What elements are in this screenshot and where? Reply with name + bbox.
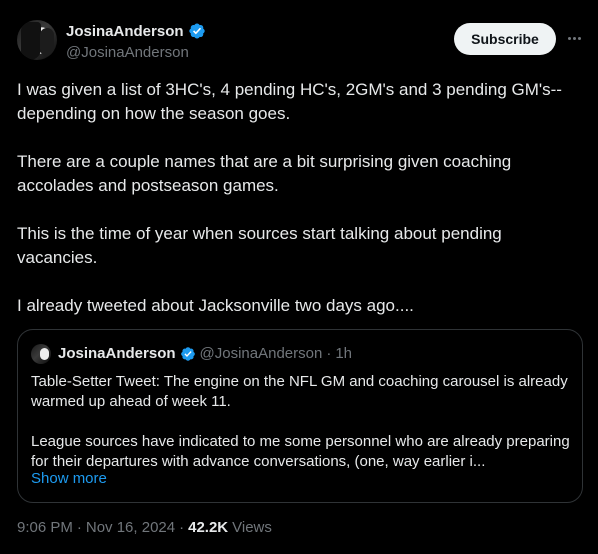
quoted-paragraph: League sources have indicated to me some… [31,433,570,470]
tweet: JosinaAnderson @JosinaAnderson Subscribe… [0,0,598,554]
separator-dot: · [179,519,185,536]
verified-badge-icon [188,23,205,39]
author-name-row: JosinaAnderson [66,22,206,40]
tweet-paragraph: I was given a list of 3HC's, 4 pending H… [17,80,562,123]
quoted-author-row: JosinaAnderson @JosinaAnderson · 1h [58,345,352,362]
verified-badge-icon [180,346,195,361]
tweet-paragraph: I already tweeted about Jacksonville two… [17,296,414,315]
quoted-paragraph: Table-Setter Tweet: The engine on the NF… [31,373,568,410]
tweet-paragraph: There are a couple names that are a bit … [17,152,512,195]
views-count: 42.2K [188,519,229,536]
quoted-tweet-text: Table-Setter Tweet: The engine on the NF… [31,372,571,472]
quoted-author-avatar [31,344,51,364]
subscribe-button[interactable]: Subscribe [454,23,556,55]
separator-dot: · [326,345,332,362]
tweet-text: I was given a list of 3HC's, 4 pending H… [17,78,583,318]
author-display-name[interactable]: JosinaAnderson [66,23,184,40]
author-avatar[interactable] [17,20,57,60]
tweet-paragraph: This is the time of year when sources st… [17,224,502,267]
quoted-tweet-time: 1h [335,345,353,362]
more-options-icon[interactable] [566,30,582,46]
show-more-link[interactable]: Show more [31,470,107,487]
quoted-tweet[interactable]: JosinaAnderson @JosinaAnderson · 1h Tabl… [17,329,583,503]
views-label: Views [232,519,272,536]
author-handle[interactable]: @JosinaAnderson [66,44,189,61]
tweet-date[interactable]: Nov 16, 2024 [86,519,175,536]
separator-dot: · [76,519,82,536]
quoted-author-handle: @JosinaAnderson [199,345,323,362]
tweet-meta: 9:06 PM · Nov 16, 2024 · 42.2K Views [17,519,272,536]
tweet-time[interactable]: 9:06 PM [17,519,73,536]
quoted-author-display-name: JosinaAnderson [58,345,176,362]
